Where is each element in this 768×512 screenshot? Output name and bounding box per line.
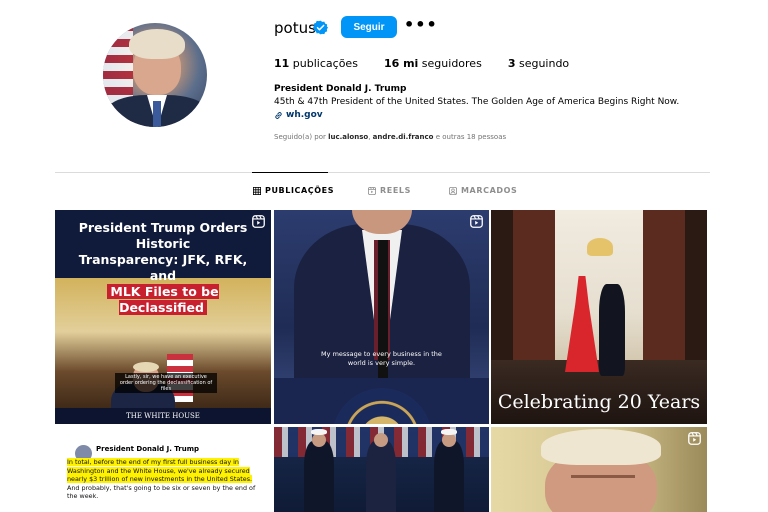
tab-tagged[interactable]: MARCADOS [449,186,517,195]
post-5-soldier [304,441,334,512]
stat-followers-label: seguidores [418,57,482,70]
post-1-caption: Lastly, sir, we have an executive order … [115,373,217,393]
avatar-hair [129,29,185,59]
avatar-tie [153,101,161,127]
followed-by-user-2: andre.di.franco [372,133,434,141]
post-military-salute[interactable] [274,427,489,512]
post-4-author: President Donald J. Trump [96,445,200,453]
tab-posts[interactable]: PUBLICAÇÕES [253,186,334,195]
stat-following-label: seguindo [515,57,570,70]
profile-link-text: wh.gov [286,110,323,120]
post-3-door-right [643,210,685,380]
stat-posts[interactable]: 11 publicações [274,57,358,70]
post-5-soldier-head [442,433,456,447]
profile-link[interactable]: wh.gov [274,110,323,120]
post-4-text-rest: And probably, that's going to be six or … [67,483,256,501]
stat-posts-value: 11 [274,57,290,70]
post-investments-quote[interactable]: President Donald J. Trump In total, befo… [55,427,271,512]
post-4-text-highlighted: In total, before the end of my first ful… [67,458,253,484]
reel-icon [470,215,483,228]
post-5-soldier [434,441,464,512]
profile-username: potus [274,19,316,37]
post-5-soldier-cap [311,429,327,435]
post-1-person-hair [133,362,159,372]
verified-badge-icon [313,20,328,35]
post-3-title: Celebrating 20 Years [497,391,701,413]
post-5-soldier-cap [441,429,457,435]
reels-icon [368,186,376,195]
post-1-headline-line-2: Transparency: JFK, RFK, and [78,252,248,283]
active-tab-indicator [252,172,328,173]
post-5-president [366,441,396,512]
post-6-brow [571,475,635,478]
stat-followers-value: 16 mi [383,57,419,70]
follow-button[interactable]: Seguir [341,16,397,38]
stat-following[interactable]: 3 seguindo [508,57,569,70]
stat-followers[interactable]: 16 mi seguidores [384,57,482,70]
reel-icon [252,215,265,228]
profile-stats: 11 publicações 16 mi seguidores 3 seguin… [274,57,595,70]
followed-by-prefix: Seguido(a) por [274,133,329,141]
post-celebrating-20-years[interactable]: Celebrating 20 Years [491,210,707,424]
followed-by[interactable]: Seguido(a) por luc.alonso, andre.di.fran… [274,133,506,141]
profile-bio: 45th & 47th President of the United Stat… [274,97,680,107]
reel-icon [688,432,701,445]
post-1-headline-line-3: MLK Files to be Declassified [107,284,219,315]
more-options-icon[interactable]: ••• [404,16,438,34]
post-business-message[interactable]: My message to every business in the worl… [274,210,489,424]
post-6-hair [541,429,661,465]
post-jfk-files[interactable]: President Trump Orders Historic Transpar… [55,210,271,424]
grid-icon [253,186,261,195]
post-4-text: In total, before the end of my first ful… [67,458,263,501]
post-3-chandelier [587,238,613,256]
post-2-subtitle: My message to every business in the worl… [321,350,442,367]
profile-full-name: President Donald J. Trump [274,84,407,94]
post-1-headline-line-1: President Trump Orders Historic [78,220,248,251]
stat-posts-label: publicações [289,57,358,70]
tab-reels[interactable]: REELS [368,186,411,195]
tab-posts-label: PUBLICAÇÕES [265,186,335,195]
post-3-man [599,284,625,376]
post-1-footer: THE WHITE HOUSE [55,408,271,424]
link-icon [275,111,282,119]
post-5-soldier-head [312,433,326,447]
tagged-icon [449,186,457,195]
post-5-president-head [374,433,388,447]
profile-avatar[interactable] [103,23,207,127]
post-3-door-left [513,210,555,380]
followed-by-suffix: e outras 18 pessoas [433,133,507,141]
post-portrait-closeup[interactable] [491,427,707,512]
tabs-divider [55,172,710,173]
tab-reels-label: REELS [380,186,411,195]
post-1-headline: President Trump Orders Historic Transpar… [65,220,261,316]
followed-by-user-1: luc.alonso [328,133,369,141]
tab-tagged-label: MARCADOS [461,186,518,195]
